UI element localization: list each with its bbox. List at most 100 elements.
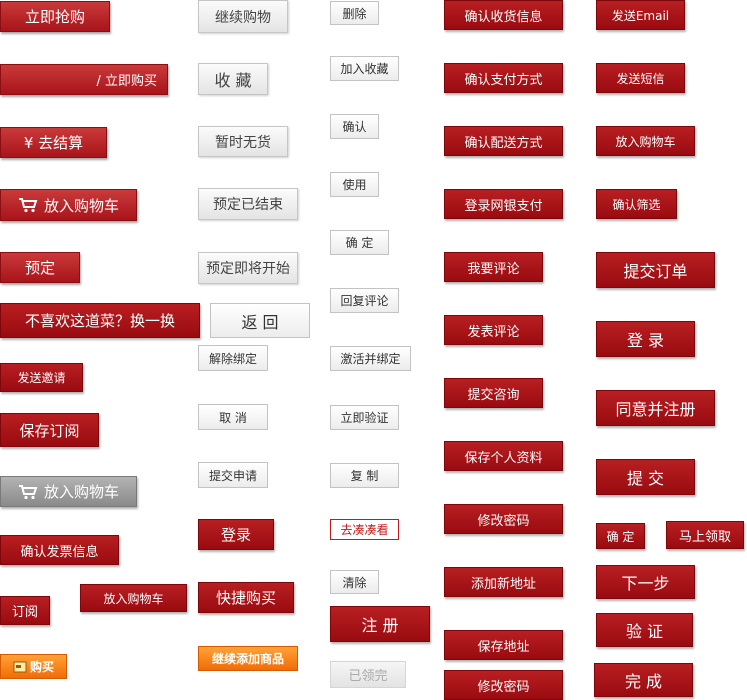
reserve-label: 预定: [24, 259, 55, 277]
subscribe-label: 订阅: [11, 605, 38, 620]
confirm-filter-button[interactable]: 确认筛选: [596, 189, 677, 219]
claimed-label: 已领完: [348, 669, 388, 684]
claimed-button[interactable]: 已领完: [330, 661, 406, 688]
buy-button[interactable]: 购买: [0, 654, 67, 679]
submit-order-label: 提交订单: [623, 262, 688, 281]
login-button[interactable]: 登录: [198, 519, 274, 550]
continue-shopping-button[interactable]: 继续购物: [198, 0, 288, 33]
save-address-button[interactable]: 保存地址: [444, 630, 563, 660]
submit-application-button[interactable]: 提交申请: [198, 462, 268, 488]
send-email-button[interactable]: 发送Email: [596, 0, 685, 30]
delete-button[interactable]: 删除: [330, 1, 379, 25]
add-to-cart-button-2[interactable]: 放入购物车: [596, 126, 695, 156]
cart-icon: [18, 484, 38, 499]
quick-buy-label: 快捷购买: [215, 589, 276, 607]
submit-order-button[interactable]: 提交订单: [596, 252, 715, 288]
continue-add-label: 继续添加商品: [211, 652, 284, 666]
send-invite-button[interactable]: 发送邀请: [0, 363, 83, 392]
reservation-soon-button[interactable]: 预定即将开始: [198, 252, 298, 284]
post-review-button[interactable]: 发表评论: [444, 315, 543, 345]
agree-register-label: 同意并注册: [615, 400, 696, 419]
confirm-invoice-button[interactable]: 确认发票信息: [0, 535, 119, 565]
verify-button[interactable]: 验 证: [596, 613, 693, 647]
continue-add-button[interactable]: 继续添加商品: [198, 646, 298, 671]
save-profile-button[interactable]: 保存个人资料: [444, 441, 563, 471]
ok-button-2[interactable]: 确 定: [596, 523, 645, 549]
confirm-invoice-label: 确认发票信息: [20, 544, 99, 560]
swap-dish-button[interactable]: 不喜欢这道菜？换一换: [0, 303, 200, 338]
confirm-delivery-button[interactable]: 确认收货信息: [444, 0, 563, 30]
ok-label: 确 定: [345, 236, 374, 250]
add-favorite-button[interactable]: 加入收藏: [330, 56, 399, 81]
copy-label: 复 制: [350, 469, 379, 483]
ok-button[interactable]: 确 定: [330, 230, 389, 255]
favorite-label: 收 藏: [214, 71, 252, 90]
send-sms-label: 发送短信: [616, 71, 665, 86]
back-button[interactable]: 返 回: [210, 303, 310, 338]
subscribe-button[interactable]: 订阅: [0, 596, 50, 625]
buy-now-label: 立即抢购: [24, 8, 85, 26]
save-subscription-label: 保存订阅: [19, 421, 80, 440]
swap-dish-label: 不喜欢这道菜？换一换: [24, 312, 175, 330]
back-label: 返 回: [241, 312, 279, 332]
add-to-cart-small-label: 放入购物车: [103, 591, 164, 606]
submit-label: 提 交: [626, 469, 665, 488]
save-profile-label: 保存个人资料: [464, 450, 543, 466]
favorite-button[interactable]: 收 藏: [198, 63, 268, 95]
reply-review-button[interactable]: 回复评论: [330, 288, 399, 313]
change-password-button[interactable]: 修改密码: [444, 504, 563, 534]
send-sms-button[interactable]: 发送短信: [596, 63, 685, 93]
agree-register-button[interactable]: 同意并注册: [596, 390, 715, 426]
pool-together-button[interactable]: 去凑凑看: [330, 519, 399, 540]
clear-label: 清除: [342, 575, 367, 590]
checkout-button[interactable]: ¥ 去结算: [0, 127, 107, 158]
copy-button[interactable]: 复 制: [330, 463, 399, 488]
reply-review-label: 回复评论: [340, 294, 389, 308]
confirm-button[interactable]: 确认: [330, 114, 379, 139]
activate-bind-button[interactable]: 激活并绑定: [330, 346, 411, 371]
quick-buy-button[interactable]: 快捷购买: [198, 582, 294, 613]
reservation-ended-button[interactable]: 预定已结束: [198, 188, 298, 220]
bank-pay-label: 登录网银支付: [464, 198, 543, 214]
save-subscription-button[interactable]: 保存订阅: [0, 413, 99, 447]
verify-now-button[interactable]: 立即验证: [330, 405, 399, 430]
add-to-cart-small-button[interactable]: 放入购物车: [80, 584, 187, 612]
reserve-button[interactable]: 预定: [0, 252, 80, 283]
register-button[interactable]: 注 册: [330, 606, 430, 642]
write-review-button[interactable]: 我要评论: [444, 252, 543, 282]
confirm-shipping-label: 确认配送方式: [464, 135, 543, 151]
post-review-label: 发表评论: [467, 324, 520, 340]
cancel-button[interactable]: 取 消: [198, 404, 268, 430]
clear-button[interactable]: 清除: [330, 570, 379, 594]
unbind-button[interactable]: 解除绑定: [198, 345, 268, 371]
change-password-label: 修改密码: [477, 513, 530, 529]
bank-pay-button[interactable]: 登录网银支付: [444, 189, 563, 219]
add-to-cart-button[interactable]: 放入购物车: [0, 189, 137, 221]
done-button[interactable]: 完 成: [594, 663, 693, 697]
confirm-filter-label: 确认筛选: [612, 197, 661, 212]
submit-inquiry-button[interactable]: 提交咨询: [444, 378, 543, 408]
login-button-2[interactable]: 登 录: [596, 321, 695, 357]
confirm-delivery-label: 确认收货信息: [464, 9, 543, 25]
out-of-stock-button[interactable]: 暂时无货: [198, 126, 288, 157]
buy-now-button-2[interactable]: / 立即购买: [0, 64, 168, 95]
next-step-button[interactable]: 下一步: [596, 565, 695, 599]
buy-now-button[interactable]: 立即抢购: [0, 1, 110, 32]
buy-label: 购买: [29, 660, 54, 674]
login-label: 登录: [220, 526, 251, 544]
submit-application-label: 提交申请: [208, 468, 257, 483]
out-of-stock-label: 暂时无货: [215, 134, 271, 151]
delete-label: 删除: [342, 6, 367, 21]
send-email-label: 发送Email: [611, 8, 670, 23]
add-address-button[interactable]: 添加新地址: [444, 567, 563, 597]
wallet-icon: [13, 661, 27, 672]
send-invite-label: 发送邀请: [17, 371, 66, 385]
use-button[interactable]: 使用: [330, 172, 379, 197]
claim-now-button[interactable]: 马上领取: [666, 521, 744, 549]
change-password-2-label: 修改密码: [477, 679, 530, 695]
confirm-payment-button[interactable]: 确认支付方式: [444, 63, 563, 93]
submit-button[interactable]: 提 交: [596, 459, 695, 495]
change-password-button-2[interactable]: 修改密码: [444, 670, 563, 700]
confirm-shipping-button[interactable]: 确认配送方式: [444, 126, 563, 156]
add-to-cart-disabled-button[interactable]: 放入购物车: [0, 476, 137, 507]
